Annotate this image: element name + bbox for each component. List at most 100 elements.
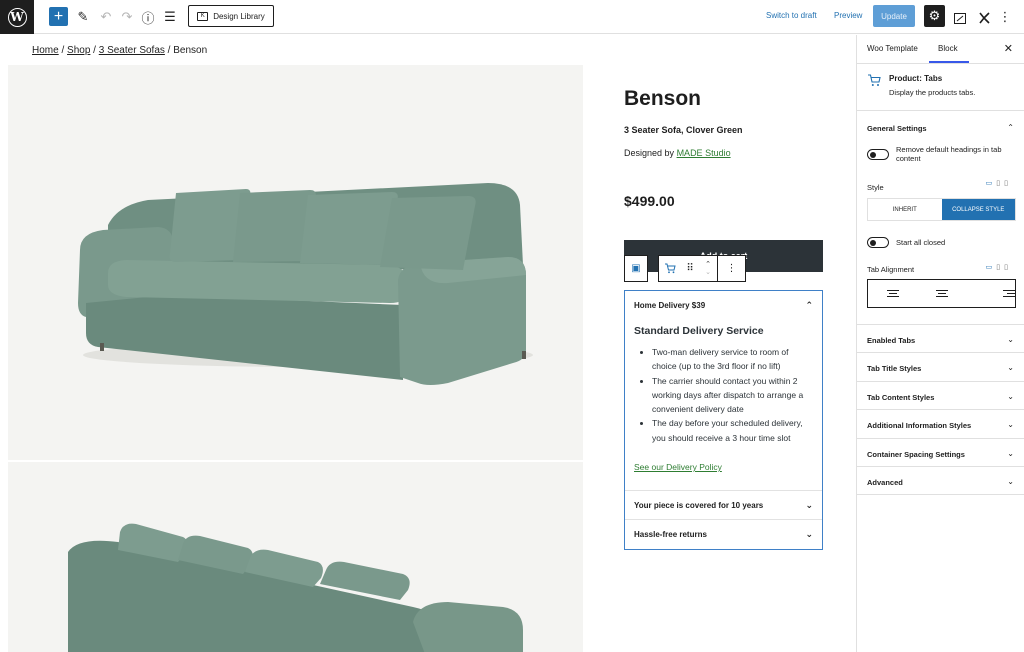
tab-alignment-selector [867, 279, 1016, 308]
editor-toolbar: W + ✎ ↶ ↷ ⓘ ☰ K Design Library Switch to… [0, 0, 1024, 34]
move-arrows: ⌃ ⌄ [699, 256, 717, 281]
move-up-icon[interactable]: ⌃ [705, 261, 711, 269]
style-option-collapse[interactable]: COLLAPSE STYLE [941, 199, 1015, 220]
breadcrumb-separator: / [93, 45, 96, 56]
product-subtitle: 3 Seater Sofa, Clover Green [624, 125, 743, 135]
block-title: Product: Tabs [889, 74, 943, 83]
panel-advanced[interactable]: Advanced ⌄ [857, 467, 1024, 496]
breadcrumb-link-home[interactable]: Home [32, 45, 59, 56]
chevron-down-icon: ⌄ [805, 529, 813, 539]
list-item: Two-man delivery service to room of choi… [652, 345, 813, 374]
panel-title: Tab Content Styles [867, 392, 935, 402]
more-options-icon[interactable]: ⋮ [996, 7, 1014, 27]
breadcrumb-link-shop[interactable]: Shop [67, 45, 90, 56]
align-left-icon[interactable] [868, 280, 917, 307]
product-price: $499.00 [624, 193, 675, 209]
update-button[interactable]: Update [873, 5, 915, 27]
panel-title: Additional Information Styles [867, 421, 972, 431]
general-settings-title[interactable]: General Settings [867, 124, 927, 133]
list-item: The day before your scheduled delivery, … [652, 416, 813, 445]
chevron-down-icon: ⌄ [1007, 448, 1014, 458]
active-tab-indicator [929, 61, 969, 63]
panel-tab-title-styles[interactable]: Tab Title Styles ⌄ [857, 353, 1024, 382]
design-library-button[interactable]: K Design Library [188, 5, 274, 27]
select-parent-block-icon[interactable]: ▣ [625, 256, 647, 281]
block-description: Display the products tabs. [889, 88, 976, 97]
edit-pencil-icon[interactable]: ✎ [74, 7, 92, 27]
wordpress-logo-button[interactable]: W [0, 0, 34, 34]
style-option-inherit[interactable]: INHERIT [868, 199, 942, 220]
parent-block-group: ▣ [624, 255, 648, 282]
style-selector: INHERIT COLLAPSE STYLE [867, 198, 1016, 221]
info-icon[interactable]: ⓘ [139, 7, 157, 27]
add-block-button[interactable]: + [49, 7, 68, 26]
wordpress-icon: W [7, 7, 27, 27]
align-right-icon[interactable] [966, 280, 1015, 307]
panel-title: Advanced [867, 477, 903, 487]
drag-handle-icon[interactable]: ⠿ [681, 256, 699, 281]
align-center-icon[interactable] [917, 280, 966, 307]
breadcrumb-current: Benson [173, 45, 208, 56]
sofa-side-illustration [68, 523, 523, 652]
tab-block[interactable]: Block [938, 44, 958, 53]
panel-title: Container Spacing Settings [867, 449, 965, 459]
tab-alignment-label: Tab Alignment [867, 265, 915, 274]
panel-enabled-tabs[interactable]: Enabled Tabs ⌄ [857, 325, 1024, 354]
switch-to-draft-button[interactable]: Switch to draft [766, 11, 817, 20]
tab-home-delivery[interactable]: Home Delivery $39 ⌃ [625, 291, 822, 319]
breadcrumb-link-sofas[interactable]: 3 Seater Sofas [99, 45, 165, 56]
delivery-list: Two-man delivery service to room of choi… [634, 345, 813, 445]
sidebar-tabs: Woo Template Block ✕ [857, 35, 1024, 64]
settings-gear-icon[interactable]: ⚙ [924, 5, 945, 27]
panel-title: Tab Title Styles [867, 364, 922, 374]
chevron-down-icon: ⌄ [1007, 476, 1014, 486]
tab-woo-template[interactable]: Woo Template [867, 44, 918, 53]
designer-link[interactable]: MADE Studio [677, 148, 731, 158]
preview-button[interactable]: Preview [834, 11, 862, 20]
chevron-down-icon: ⌄ [1007, 335, 1014, 344]
product-tabs-block[interactable]: Home Delivery $39 ⌃ Standard Delivery Se… [624, 290, 823, 550]
responsive-device-icons[interactable]: ▭▯▯ [986, 263, 1012, 271]
close-icon[interactable]: ✕ [1004, 42, 1013, 55]
chevron-down-icon: ⌄ [1007, 420, 1014, 430]
redo-icon[interactable]: ↷ [118, 7, 136, 27]
product-image-secondary[interactable] [8, 462, 583, 652]
chevron-up-icon[interactable]: ⌃ [1007, 123, 1014, 132]
start-all-closed-label: Start all closed [896, 238, 946, 247]
product-image-main[interactable] [8, 65, 583, 460]
undo-icon[interactable]: ↶ [97, 7, 115, 27]
responsive-device-icons[interactable]: ▭▯▯ [986, 179, 1012, 187]
breadcrumb-separator: / [61, 45, 65, 56]
remove-headings-toggle[interactable] [867, 149, 889, 160]
designed-by-prefix: Designed by [624, 148, 675, 158]
tab-title: Home Delivery $39 [634, 300, 706, 310]
product-tabs-block-icon[interactable] [659, 256, 681, 281]
design-library-icon: K [197, 11, 209, 21]
cart-icon [867, 74, 881, 90]
panel-heading: Standard Delivery Service [634, 325, 764, 337]
list-view-icon[interactable]: ☰ [161, 7, 179, 27]
breadcrumb-separator: / [167, 45, 171, 56]
chevron-down-icon: ⌄ [805, 499, 813, 510]
block-toolbar: ▣ ⠿ ⌃ ⌄ ⋮ [624, 255, 746, 282]
general-settings-panel: General Settings ⌃ Remove default headin… [857, 111, 1024, 325]
design-library-label: Design Library [213, 11, 265, 21]
tab-title: Hassle-free returns [634, 530, 707, 539]
panel-additional-info-styles[interactable]: Additional Information Styles ⌄ [857, 410, 1024, 439]
block-card: Product: Tabs Display the products tabs. [857, 64, 1024, 111]
editor-canvas: Home / Shop / 3 Seater Sofas / Benson Be… [0, 35, 856, 652]
remove-headings-label: Remove default headings in tab content [896, 145, 1002, 163]
breadcrumb: Home / Shop / 3 Seater Sofas / Benson [32, 45, 207, 56]
panel-container-spacing[interactable]: Container Spacing Settings ⌄ [857, 439, 1024, 467]
block-options-icon[interactable]: ⋮ [717, 256, 745, 281]
settings-sidebar: Woo Template Block ✕ Product: Tabs Displ… [856, 35, 1024, 652]
kadence-icon[interactable] [975, 8, 993, 28]
start-all-closed-toggle[interactable] [867, 237, 889, 248]
tab-returns[interactable]: Hassle-free returns ⌄ [625, 520, 822, 549]
panel-tab-content-styles[interactable]: Tab Content Styles ⌄ [857, 382, 1024, 411]
delivery-policy-link[interactable]: See our Delivery Policy [634, 462, 813, 472]
list-item: The carrier should contact you within 2 … [652, 374, 813, 417]
tab-warranty[interactable]: Your piece is covered for 10 years ⌄ [625, 491, 822, 520]
move-down-icon[interactable]: ⌄ [705, 269, 711, 277]
jetpack-panel-icon[interactable] [951, 8, 969, 28]
